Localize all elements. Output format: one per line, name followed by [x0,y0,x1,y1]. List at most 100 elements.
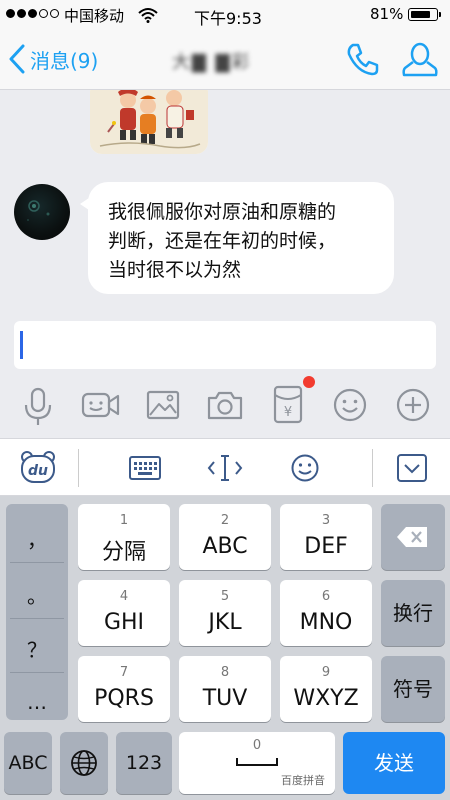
image-icon [146,390,180,420]
battery-percentage: 81% [370,5,404,23]
key-number: 3 [321,513,331,528]
cursor-move-button[interactable] [206,453,244,487]
punctuation-column[interactable]: ， 。 ？ … [6,504,68,720]
video-call-icon [81,392,120,418]
message-line: 我很佩服你对原油和原糖的 [108,201,337,223]
carrier-name: 中国移动 [64,7,125,25]
battery-tip [439,12,441,17]
more-button[interactable] [395,387,431,423]
message-text: 我很佩服你对原油和原糖的 判断，还是在年初的时候， 当时很不以为然 [108,198,376,285]
language-switch-key[interactable] [60,732,108,794]
keyboard-switch-button[interactable] [128,455,162,485]
battery-icon [408,8,438,21]
send-button[interactable]: 发送 [343,732,445,794]
contact-profile-button[interactable] [400,40,440,84]
key-label: WXYZ [293,686,359,711]
symbols-key[interactable]: 符号 [381,656,445,722]
avatar-image-icon [27,200,50,221]
abc-switch-key[interactable]: ABC [4,732,52,794]
signal-strength-icon [6,9,59,18]
message-input[interactable] [14,321,436,369]
chat-header: 消息(9) 大▇ ▇彩 [0,30,450,90]
keyboard-toolbar: du [0,438,450,496]
keyboard-emoji-button[interactable] [290,453,320,487]
key-number: 0 [252,738,262,753]
emoji-button[interactable] [332,387,368,423]
contact-name: 大▇ ▇彩 [172,52,252,73]
punct-ellipsis-key[interactable]: … [6,690,68,714]
back-label: 消息(9) [30,48,99,73]
key-1-separator[interactable]: 1 分隔 [78,504,170,570]
key-label: 分隔 [101,540,146,565]
divider [372,449,373,487]
keyboard-icon [129,456,161,480]
photo-button[interactable] [145,387,181,423]
voice-button[interactable] [20,387,56,425]
yuan-symbol: ¥ [284,405,292,420]
key-9-wxyz[interactable]: 9 WXYZ [280,656,372,722]
globe-icon [71,750,97,776]
microphone-icon [24,387,52,425]
key-number: 1 [119,513,129,528]
chevron-left-icon [9,44,25,74]
camera-icon [207,391,243,420]
key-8-tuv[interactable]: 8 TUV [179,656,271,722]
key-label: JKL [208,610,242,635]
number-switch-key[interactable]: 123 [116,732,172,794]
status-bar: 中国移动 下午9:53 81% [0,0,450,30]
key-number: 7 [119,665,129,680]
hide-keyboard-button[interactable] [396,453,428,487]
key-number: 8 [220,665,230,680]
key-number: 2 [220,513,230,528]
red-packet-button[interactable]: ¥ [272,385,308,425]
cursor-icon [207,455,243,481]
red-packet-icon: ¥ [273,385,303,424]
person-icon [402,42,438,77]
baidu-bear-icon: du [21,451,55,483]
emoji-icon [291,454,319,482]
key-7-pqrs[interactable]: 7 PQRS [78,656,170,722]
backspace-key[interactable] [381,504,445,570]
phone-call-button[interactable] [344,40,382,82]
key-5-jkl[interactable]: 5 JKL [179,580,271,646]
plus-icon [396,388,430,422]
newline-key[interactable]: 换行 [381,580,445,646]
key-label: PQRS [94,686,154,711]
key-number: 6 [321,589,331,604]
video-call-button[interactable] [80,387,122,423]
wifi-icon [138,7,158,27]
key-4-ghi[interactable]: 4 GHI [78,580,170,646]
key-label: DEF [304,534,348,559]
chat-toolbar: ¥ [0,375,450,437]
new-year-children-sticker-icon [90,90,208,154]
key-number: 5 [220,589,230,604]
clock: 下午9:53 [194,9,262,28]
message-line: 判断，还是在年初的时候， [108,230,337,252]
incoming-message-bubble[interactable]: 我很佩服你对原油和原糖的 判断，还是在年初的时候， 当时很不以为然 [88,182,394,294]
key-number: 9 [321,665,331,680]
battery-level [411,11,430,18]
key-2-abc[interactable]: 2 ABC [179,504,271,570]
sticker-message[interactable] [90,90,208,154]
key-6-mno[interactable]: 6 MNO [280,580,372,646]
divider [10,562,64,563]
collapse-keyboard-icon [397,454,427,482]
divider [78,449,79,487]
phone-icon [347,43,379,76]
baidu-logo-button[interactable]: du [18,449,58,489]
key-label: ABC [202,534,248,559]
camera-button[interactable] [206,387,243,423]
punct-question-key[interactable]: ？ [6,634,68,663]
key-label: TUV [202,686,248,711]
punct-comma-key[interactable]: ， [6,524,68,553]
space-key[interactable]: 0 百度拼音 [179,732,335,794]
back-button[interactable]: 消息(9) [8,42,98,76]
punct-period-key[interactable]: 。 [6,580,68,609]
divider [10,672,64,673]
key-3-def[interactable]: 3 DEF [280,504,372,570]
key-number: 4 [119,589,129,604]
nine-key-keyboard: ， 。 ？ … 1 分隔 2 ABC 3 DEF 4 GHI 5 JKL 6 M… [0,496,450,800]
avatar[interactable] [14,184,70,240]
backspace-icon [397,527,427,547]
emoji-icon [333,388,367,422]
